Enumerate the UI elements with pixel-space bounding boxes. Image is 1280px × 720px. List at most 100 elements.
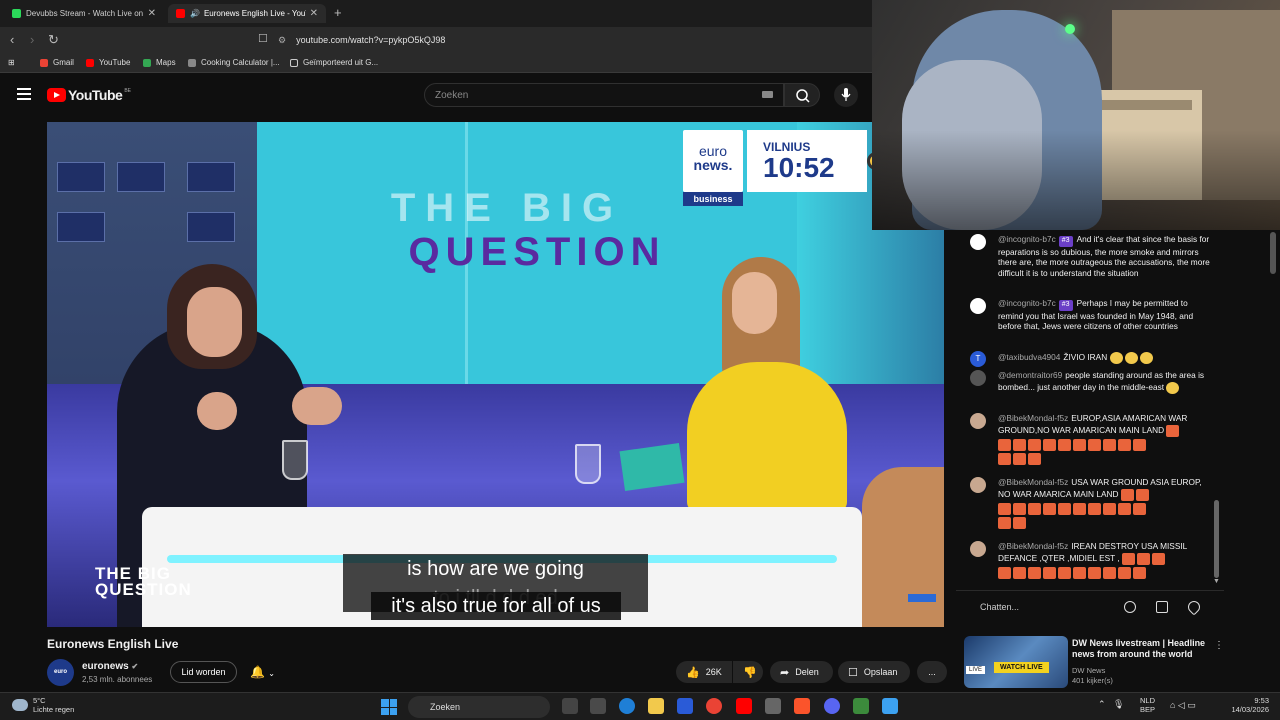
youtube-app-icon[interactable] bbox=[736, 698, 752, 714]
super-chat-icon[interactable] bbox=[1156, 601, 1168, 613]
more-options-icon[interactable]: ⋮ bbox=[1214, 640, 1224, 651]
recommended-channel[interactable]: DW News bbox=[1072, 666, 1113, 676]
avatar[interactable] bbox=[970, 413, 986, 429]
mail-icon[interactable] bbox=[677, 698, 693, 714]
close-tab-icon[interactable]: ✕ bbox=[310, 8, 318, 19]
more-actions-button[interactable]: ... bbox=[917, 661, 947, 683]
language-indicator[interactable]: NLD BEP bbox=[1140, 696, 1155, 714]
notification-bell-icon[interactable]: 🔔 ⌄ bbox=[250, 665, 275, 679]
store-icon[interactable] bbox=[590, 698, 606, 714]
kick-icon bbox=[12, 9, 21, 18]
voice-search-button[interactable] bbox=[834, 83, 858, 107]
bookmark-gmail[interactable]: Gmail bbox=[40, 58, 74, 67]
system-tray[interactable]: ⌃ 🎙 bbox=[1098, 699, 1124, 710]
bookmark-cooking[interactable]: Cooking Calculator |... bbox=[188, 58, 280, 67]
app-icon[interactable] bbox=[853, 698, 869, 714]
chrome-icon[interactable] bbox=[706, 698, 722, 714]
show-title-line1: THE BIG bbox=[390, 186, 624, 230]
chat-author[interactable]: @taxibudva4904 bbox=[998, 352, 1060, 362]
bookmark-icon[interactable]: ☐ bbox=[258, 32, 268, 45]
taskbar-search[interactable]: Zoeken bbox=[408, 696, 550, 718]
recommended-title[interactable]: DW News livestream | Headline news from … bbox=[1072, 638, 1212, 660]
speaker-icon[interactable]: 🔊 bbox=[190, 9, 200, 18]
menu-icon[interactable] bbox=[17, 88, 31, 100]
channel-avatar[interactable]: euro news. bbox=[47, 659, 74, 702]
angry-emoji bbox=[1088, 438, 1101, 451]
room-shadow bbox=[872, 130, 1280, 230]
edge-icon[interactable] bbox=[619, 698, 635, 714]
emoji-icon[interactable] bbox=[1124, 601, 1136, 613]
channel-name[interactable]: euronews ✔ bbox=[82, 661, 138, 672]
avatar[interactable] bbox=[970, 370, 986, 386]
chat-input[interactable]: Chatten... bbox=[980, 602, 1019, 612]
close-tab-icon[interactable]: ✕ bbox=[148, 8, 156, 19]
chat-author[interactable]: @incognito-b7c bbox=[998, 298, 1056, 308]
chat-message: @BibekMondal-f5z IREAN DESTROY USA MISSIL… bbox=[970, 541, 1210, 580]
weather-icon[interactable] bbox=[12, 699, 28, 711]
scroll-down-icon[interactable]: ▼ bbox=[1213, 578, 1220, 585]
app-icon[interactable] bbox=[882, 698, 898, 714]
water-glass bbox=[575, 444, 601, 484]
join-button[interactable]: Lid worden bbox=[170, 661, 237, 683]
save-button[interactable]: ☐ Opslaan bbox=[838, 661, 910, 683]
avatar[interactable] bbox=[970, 477, 986, 493]
task-view-icon[interactable] bbox=[562, 698, 578, 714]
file-explorer-icon[interactable] bbox=[648, 698, 664, 714]
avatar[interactable] bbox=[970, 234, 986, 250]
search-input[interactable]: Zoeken bbox=[424, 83, 784, 107]
network-volume-icons[interactable]: ⌂ ◁ ▭ bbox=[1170, 700, 1196, 711]
chat-message: T @taxibudva4904 ŽIVIO IRAN bbox=[970, 351, 1210, 367]
angry-emoji bbox=[1013, 502, 1026, 515]
share-button[interactable]: ➦ Delen bbox=[770, 661, 833, 683]
video-player[interactable]: THE BIG QUESTION euro news. business VIL… bbox=[47, 122, 944, 627]
microphone-icon bbox=[841, 88, 851, 101]
avatar[interactable] bbox=[970, 298, 986, 314]
discord-icon[interactable] bbox=[824, 698, 840, 714]
address-bar[interactable]: ⚙ youtube.com/watch?v=pykpO5kQJ98 bbox=[278, 31, 868, 49]
chevron-down-icon[interactable]: ⌄ bbox=[268, 669, 275, 678]
recommended-thumbnail[interactable]: WATCH LIVE LIVE bbox=[964, 636, 1068, 688]
subtitle-line: it's also true for all of us bbox=[371, 592, 621, 620]
reload-icon[interactable]: ↻ bbox=[48, 32, 59, 48]
tab-euronews[interactable]: 🔊 Euronews English Live - YouTube ✕ bbox=[168, 4, 326, 23]
bookmark-label: Cooking Calculator |... bbox=[201, 58, 280, 67]
watch-live-label: WATCH LIVE bbox=[994, 662, 1049, 673]
angry-emoji bbox=[1028, 438, 1041, 451]
chat-author[interactable]: @BibekMondal-f5z bbox=[998, 541, 1068, 551]
tab-devubbs[interactable]: Devubbs Stream - Watch Live on ✕ bbox=[4, 4, 164, 23]
keyboard-icon[interactable] bbox=[762, 91, 773, 98]
bookmarks-bar: ⊞ Gmail YouTube Maps Cooking Calculator … bbox=[0, 53, 872, 73]
bookmark-youtube[interactable]: YouTube bbox=[86, 58, 130, 67]
dislike-button[interactable]: 👎 bbox=[733, 661, 763, 683]
chat-author[interactable]: @BibekMondal-f5z bbox=[998, 413, 1068, 423]
show-title-line2: QUESTION bbox=[408, 230, 666, 274]
search-button[interactable] bbox=[784, 83, 820, 107]
taskbar-search-label: Zoeken bbox=[430, 702, 461, 712]
bookmark-imported[interactable]: Geïmporteerd uit G... bbox=[290, 58, 378, 67]
brave-icon[interactable] bbox=[794, 698, 810, 714]
avatar[interactable]: T bbox=[970, 351, 986, 367]
page-scrollbar[interactable] bbox=[1270, 232, 1276, 274]
clock[interactable]: 9:53 14/03/2026 bbox=[1225, 696, 1269, 714]
heart-icon[interactable] bbox=[1185, 598, 1203, 616]
chat-author[interactable]: @demontraitor69 bbox=[998, 370, 1062, 380]
chat-scrollbar[interactable] bbox=[1214, 500, 1219, 578]
site-info-icon[interactable]: ⚙ bbox=[278, 35, 286, 46]
apps-icon[interactable]: ⊞ bbox=[8, 58, 15, 67]
chat-author[interactable]: @BibekMondal-f5z bbox=[998, 477, 1068, 487]
avatar[interactable] bbox=[970, 541, 986, 557]
like-button[interactable]: 👍 26K bbox=[676, 661, 732, 683]
start-button[interactable] bbox=[381, 699, 397, 715]
back-icon[interactable]: ‹ bbox=[10, 32, 14, 47]
weather-widget[interactable]: 5°C Lichte regen bbox=[33, 696, 74, 714]
clap-emoji bbox=[1124, 352, 1138, 364]
youtube-logo[interactable]: YouTube BE bbox=[47, 87, 131, 103]
screen: Devubbs Stream - Watch Live on ✕ 🔊 Euron… bbox=[0, 0, 1280, 720]
calculator-icon[interactable] bbox=[765, 698, 781, 714]
studio-monitor bbox=[57, 212, 105, 242]
new-tab-icon[interactable]: + bbox=[334, 5, 342, 20]
bookmark-maps[interactable]: Maps bbox=[143, 58, 176, 67]
forward-icon[interactable]: › bbox=[30, 32, 34, 47]
chat-author[interactable]: @incognito-b7c bbox=[998, 234, 1056, 244]
bookmark-label: YouTube bbox=[99, 58, 131, 67]
